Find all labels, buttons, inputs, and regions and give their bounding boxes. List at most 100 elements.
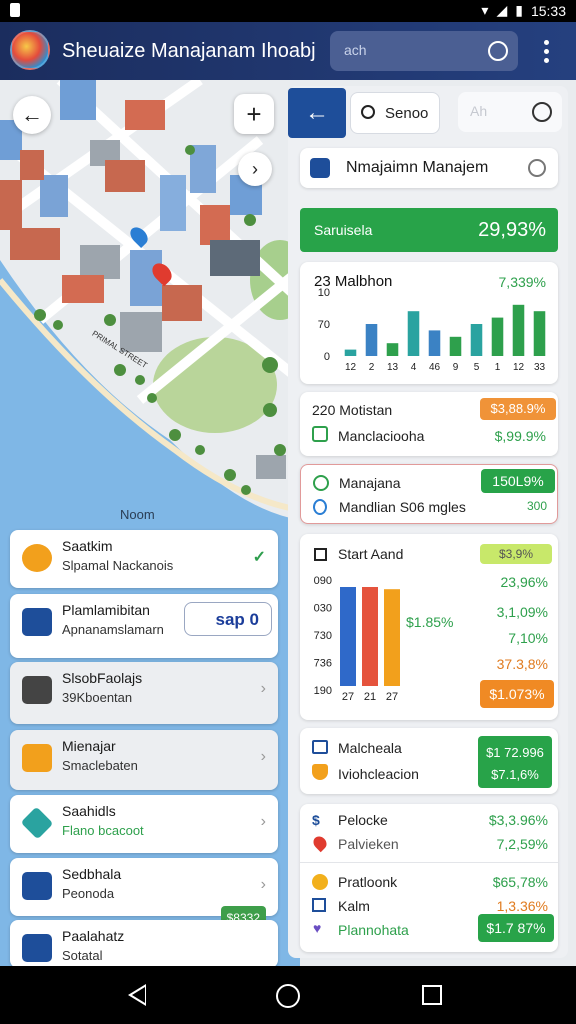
status-bar: ▾ ◢ ▮ 15:33	[0, 0, 576, 22]
panel-header: Nmajaimn Manajem	[300, 148, 558, 188]
x-tick-label: 21	[364, 691, 376, 703]
green-tag: $1 72.996 $7.1,6%	[478, 736, 552, 788]
list-item[interactable]: Pelocke	[338, 812, 388, 828]
metric-card[interactable]: 220 Motistan $3,88.9% Manclaciooha $,99.…	[300, 392, 558, 456]
summary-banner[interactable]: Saruisela 29,93%	[300, 208, 558, 252]
y-tick-label: 0	[324, 351, 330, 363]
home-nav-icon[interactable]	[276, 984, 300, 1008]
chevron-right-icon: ›	[260, 876, 266, 893]
star-icon	[22, 544, 52, 572]
orange-tag: $1.073%	[480, 680, 554, 708]
metric-card[interactable]: Manajana 150L9% Mandlian S06 mgles 300	[300, 464, 558, 524]
lime-tag: $3,9%	[480, 544, 552, 564]
metric-card[interactable]: Malcheala Iviohcleacion $1 72.996 $7.1,6…	[300, 728, 558, 794]
chart-bar	[340, 587, 356, 686]
x-tick-label: 1	[495, 362, 501, 373]
y-tick-label: 730	[314, 630, 332, 642]
panel-search-input[interactable]: Senoo	[350, 92, 440, 134]
chart-bar	[449, 336, 462, 356]
app-bar: Sheuaize Manajanam Ihoabj ach	[0, 22, 576, 80]
list-item[interactable]: Saatkim Slpamal Nackanois ✓	[10, 530, 278, 588]
list-item[interactable]: SlsobFaolajs 39Kboentan ›	[10, 662, 278, 724]
y-tick-label: 090	[314, 575, 332, 587]
panel-title: Nmajaimn Manajem	[346, 159, 489, 176]
x-tick-label: 46	[429, 362, 441, 373]
check-circle-icon	[313, 475, 329, 491]
chart-bar	[470, 324, 483, 356]
list-item[interactable]: Plannohata	[338, 922, 409, 938]
chevron-right-icon: ›	[260, 680, 266, 697]
list-item[interactable]: Paalahatz Sotatal	[10, 920, 278, 968]
list-item[interactable]: Pratloonk	[338, 874, 397, 890]
chart-icon	[312, 426, 328, 442]
calendar-icon	[312, 740, 328, 754]
notification-icon	[10, 3, 20, 17]
list-item[interactable]: Kalm	[338, 898, 370, 914]
chart-bar	[407, 311, 420, 356]
x-tick-label: 9	[453, 362, 459, 373]
chart-bar	[533, 311, 546, 356]
dollar-icon: $	[312, 812, 320, 828]
diamond-icon	[20, 806, 54, 840]
arrow-left-icon: ←	[305, 99, 329, 126]
x-tick-label: 27	[386, 691, 398, 703]
list-item[interactable]: Plamlamibitan Apnanamslamarn sap 0	[10, 594, 278, 658]
app-title: Sheuaize Manajanam Ihoabj	[62, 40, 316, 62]
bar-chart-card[interactable]: 23 Malbhon 7,339% 10 70 0 12 2 13 4 46 9 5 1 12 33	[300, 262, 558, 384]
back-button[interactable]: ←	[288, 88, 346, 138]
green-tag: 150L9%	[481, 469, 555, 493]
x-tick-label: 12	[345, 362, 357, 373]
list-item[interactable]: Sedbhala Peonoda › $8332	[10, 858, 278, 930]
back-nav-icon[interactable]	[128, 984, 146, 1006]
x-tick-label: 2	[369, 362, 375, 373]
list-item[interactable]: Palvieken	[338, 836, 399, 852]
back-icon[interactable]: ←	[13, 96, 51, 134]
shield-check-icon	[312, 764, 328, 780]
value-field[interactable]: sap 0	[184, 602, 272, 636]
panel-filter-input[interactable]: Ah	[458, 92, 562, 132]
recents-nav-icon[interactable]	[422, 985, 442, 1005]
chevron-right-icon[interactable]: ›	[238, 152, 272, 186]
search-icon	[361, 105, 375, 119]
x-tick-label: 4	[411, 362, 417, 373]
list-item[interactable]: Saahidls Flano bcacoot ›	[10, 795, 278, 853]
settings-icon[interactable]	[528, 159, 546, 177]
circle-icon	[313, 499, 327, 515]
chart-bar	[365, 324, 378, 356]
refresh-icon[interactable]	[488, 41, 508, 61]
search-input[interactable]: ach	[330, 31, 518, 71]
chart-bar	[384, 589, 400, 686]
briefcase-icon	[22, 744, 52, 772]
wifi-icon: ▾	[481, 2, 489, 18]
y-tick-label: 10	[318, 287, 330, 299]
signal-icon: ◢	[496, 2, 508, 18]
building-icon	[22, 934, 52, 962]
chat-icon[interactable]	[532, 102, 552, 122]
more-options-icon[interactable]	[544, 40, 550, 64]
battery-icon: ▮	[515, 2, 523, 18]
x-tick-label: 27	[342, 691, 354, 703]
y-tick-label: 736	[314, 658, 332, 670]
card-icon	[22, 608, 52, 636]
x-tick-label: 13	[387, 362, 399, 373]
zoom-in-icon[interactable]: +	[234, 94, 274, 134]
shield-icon	[310, 158, 330, 178]
orange-tag: $3,88.9%	[480, 398, 556, 420]
x-tick-label: 12	[513, 362, 525, 373]
green-tag: $1.7 87%	[478, 914, 554, 942]
chevron-right-icon: ›	[260, 748, 266, 765]
chart-bar	[491, 317, 504, 356]
y-tick-label: 030	[314, 603, 332, 615]
list-item[interactable]: Mienajar Smaclebaten ›	[10, 730, 278, 790]
chart-bar	[386, 343, 399, 356]
document-icon	[22, 872, 52, 900]
calendar-icon	[312, 898, 326, 912]
x-tick-label: 33	[534, 362, 546, 373]
x-tick-label: 5	[474, 362, 480, 373]
location-icon	[310, 833, 330, 853]
y-tick-label: 70	[318, 319, 330, 331]
y-tick-label: 190	[314, 685, 332, 697]
status-time: 15:33	[530, 2, 566, 19]
app-logo[interactable]	[10, 30, 50, 70]
grouped-chart-card[interactable]: Start Aand $3,9% 090 030 730 736 190 27 21 27 $…	[300, 534, 558, 720]
